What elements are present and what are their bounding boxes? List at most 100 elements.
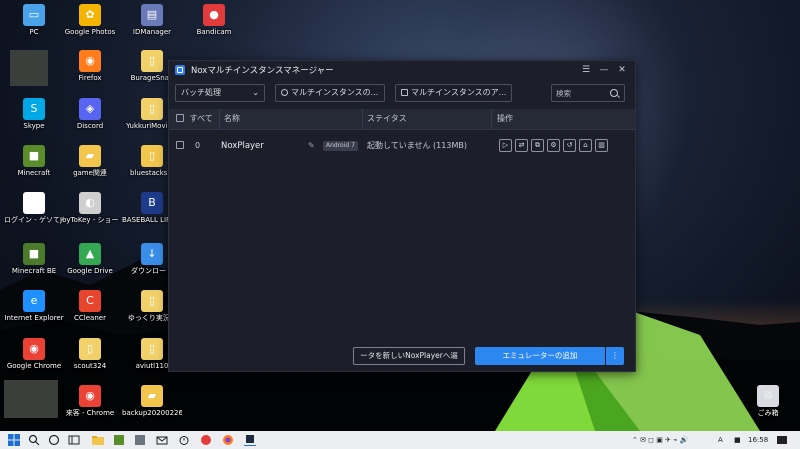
multi-instance-settings-button[interactable]: マルチインスタンスの... (275, 84, 385, 102)
play-icon[interactable]: ▷ (499, 139, 512, 152)
desktop-icon-label: Minecraft (17, 169, 51, 177)
table-row[interactable]: 0 NoxPlayer ✎ Android 7 起動していません (113MB)… (169, 131, 635, 161)
app-icon: B (141, 192, 163, 214)
header-ops: 操作 (497, 114, 513, 123)
desktop-icon[interactable]: ▭ PC (4, 4, 64, 37)
desktop-icon[interactable]: S Skype (4, 98, 64, 131)
desktop-icon-label: Firefox (78, 74, 102, 82)
minecraft-taskbar-icon[interactable] (113, 434, 125, 446)
title-bar[interactable]: Noxマルチインスタンスマネージャー ☰ — ✕ (169, 61, 635, 79)
shortcut-icon[interactable]: ⌂ (579, 139, 592, 152)
app-icon: ◈ (79, 98, 101, 120)
add-emulator-more-button[interactable]: ⋮ (606, 347, 624, 365)
batch-dropdown[interactable]: バッチ処理 ⌄ (175, 84, 265, 102)
instance-status: 起動していません (113MB) (367, 141, 467, 150)
cortana-icon[interactable] (48, 434, 60, 446)
desktop-icon[interactable]: ♲ ごみ箱 (738, 385, 798, 418)
desktop-icon-label: JoyToKey - ショートカット (60, 216, 120, 224)
menu-icon[interactable]: ☰ (577, 63, 595, 77)
minimize-icon[interactable]: — (595, 63, 613, 77)
desktop-icon[interactable]: ▤ IDManager (122, 4, 182, 37)
column-divider[interactable] (491, 109, 492, 129)
desktop-icon-label: backup20200226... (122, 409, 182, 417)
header-name[interactable]: 名称 (224, 109, 240, 129)
desktop-icon[interactable]: ▲ Google Drive (60, 243, 120, 276)
language-icon[interactable]: ■ (734, 431, 741, 449)
edit-name-icon[interactable]: ✎ (308, 131, 315, 161)
app-icon: ▤ (141, 4, 163, 26)
row-index: 0 (195, 141, 201, 150)
nox-logo-icon (175, 65, 185, 75)
settings-icon[interactable]: ⚙ (547, 139, 560, 152)
desktop-icon[interactable]: ◉ Google Chrome (4, 338, 64, 371)
desktop-icon[interactable]: ▰ backup20200226... (122, 385, 182, 418)
desktop-icon[interactable]: e Internet Explorer (4, 290, 64, 323)
desktop-icon-label: game関連 (73, 169, 107, 177)
desktop-icon-label: ログイン - ゲソてん byGMO (4, 216, 64, 224)
desktop-icon-label: IDManager (132, 28, 172, 36)
column-divider[interactable] (362, 109, 363, 129)
migrate-data-button[interactable]: ータを新しいNoxPlayerへ逼 (353, 347, 465, 365)
column-divider[interactable] (219, 109, 220, 129)
search-icon[interactable] (28, 434, 40, 446)
clock[interactable]: 16:58 (748, 431, 768, 449)
select-all-checkbox[interactable] (176, 114, 184, 122)
task-view-icon[interactable] (68, 434, 80, 446)
desktop-icon[interactable]: ▰ game関連 (60, 145, 120, 178)
app-icon: ◐ (79, 192, 101, 214)
windows-start-icon[interactable] (8, 434, 20, 446)
app-icon: ▯ (141, 98, 163, 120)
add-emulator-button[interactable]: エミュレーターの追加 (475, 347, 605, 365)
search-icon[interactable] (610, 89, 618, 97)
app-icon: S (23, 98, 45, 120)
multi-instance-backup-button[interactable]: マルチインスタンスのア... (395, 84, 512, 102)
app-icon: ■ (23, 145, 45, 167)
firefox-taskbar-icon[interactable] (222, 434, 234, 446)
app-icon: ◉ (23, 338, 45, 360)
search-box[interactable] (551, 84, 625, 102)
app-icon: ♲ (757, 385, 779, 407)
desktop-icon[interactable]: C CCleaner (60, 290, 120, 323)
desktop-icon[interactable]: ◐ JoyToKey - ショートカット (60, 192, 120, 225)
app-taskbar-icon[interactable] (134, 434, 146, 446)
blank-desktop-tile[interactable] (10, 50, 48, 86)
bandicam-taskbar-icon[interactable] (200, 434, 212, 446)
clone-icon[interactable]: ⧉ (531, 139, 544, 152)
desktop-icon[interactable]: ■ Minecraft (4, 145, 64, 178)
notification-icon[interactable] (776, 434, 788, 446)
app-icon: ▯ (141, 338, 163, 360)
select-all[interactable]: すべて (176, 109, 213, 129)
tray-icons[interactable]: ⌃ ✉ ◻ ▣ ✈ ⌁ 🔊 (632, 431, 688, 449)
file-explorer-icon[interactable] (92, 434, 104, 446)
desktop-icon[interactable]: ◈ Discord (60, 98, 120, 131)
history-icon[interactable]: ↺ (563, 139, 576, 152)
desktop-icon-label: CCleaner (74, 314, 106, 322)
desktop-icon[interactable]: ◉ 来客 - Chrome (60, 385, 120, 418)
nox-taskbar-icon[interactable] (244, 434, 256, 446)
mail-icon[interactable] (156, 434, 168, 446)
desktop-icon[interactable]: ▯ scout324 (60, 338, 120, 371)
delete-icon[interactable]: ▥ (595, 139, 608, 152)
table-header: すべて 名称 ステイタス 操作 (169, 109, 635, 130)
close-icon[interactable]: ✕ (613, 63, 631, 77)
copy-icon[interactable]: ⇄ (515, 139, 528, 152)
header-status[interactable]: ステイタス (367, 109, 407, 129)
desktop-icon-label: Skype (23, 122, 45, 130)
row-checkbox[interactable] (176, 141, 184, 149)
desktop-icon[interactable]: ◎ ログイン - ゲソてん byGMO (4, 192, 64, 225)
gear-icon (281, 89, 288, 96)
desktop-icon[interactable]: ◉ Firefox (60, 50, 120, 83)
desktop-icon[interactable]: ● Bandicam (184, 4, 244, 37)
desktop-icon[interactable]: ✿ Google Photos (60, 4, 120, 37)
desktop-icon-label: Google Chrome (6, 362, 62, 370)
app-icon: ▯ (141, 145, 163, 167)
desktop-icon[interactable]: ■ Minecraft BE (4, 243, 64, 276)
desktop-icon-label: Minecraft BE (11, 267, 57, 275)
ime-indicator[interactable]: A (718, 431, 723, 449)
desktop-icon-label: Discord (76, 122, 104, 130)
blank-desktop-tile[interactable] (4, 380, 58, 418)
search-input[interactable] (556, 86, 610, 100)
desktop-icon-label: Bandicam (196, 28, 232, 36)
instance-name[interactable]: NoxPlayer (221, 131, 264, 161)
alarm-clock-icon[interactable] (178, 434, 190, 446)
